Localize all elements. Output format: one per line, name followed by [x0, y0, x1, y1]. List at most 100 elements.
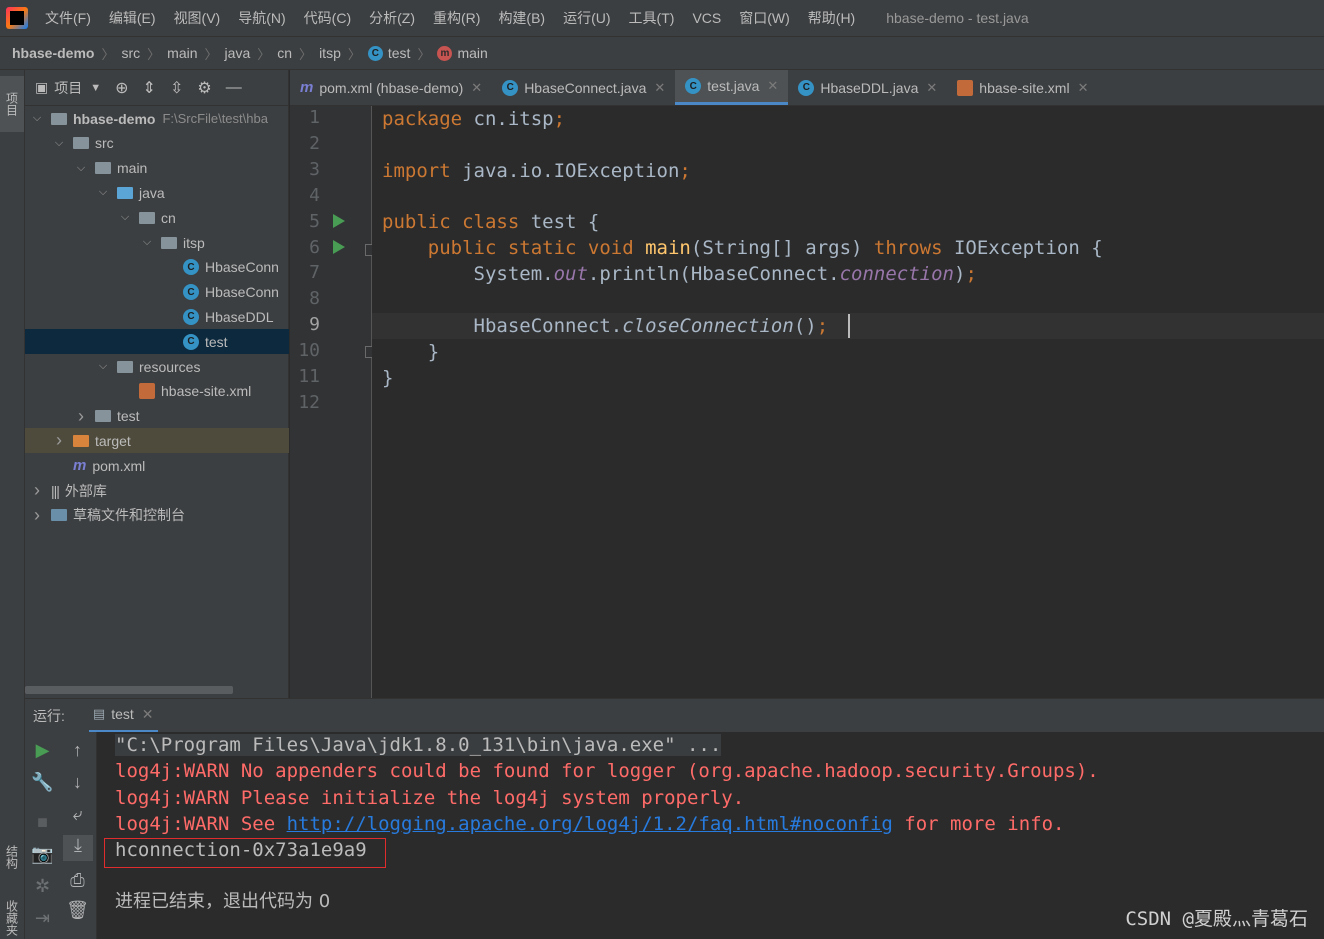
arrow-up-icon[interactable]: ↑ — [60, 740, 95, 761]
editor-tab[interactable]: C HbaseDDL.java ✕ — [788, 70, 947, 105]
project-toolbar: ▣ 项目 ▼ ⊕ ⇕ ⇳ ⚙ — — [25, 70, 288, 106]
breadcrumb-main[interactable]: main — [167, 45, 197, 61]
chevron-right-icon[interactable]: › — [75, 406, 87, 427]
breadcrumb-java[interactable]: java — [225, 45, 251, 61]
editor-tab[interactable]: m pom.xml (hbase-demo) ✕ — [290, 70, 492, 105]
menu-build[interactable]: 构建(B) — [489, 0, 554, 36]
tree-item[interactable]: hbase-site.xml — [25, 379, 289, 404]
chevron-down-icon[interactable]: ⌵ — [119, 211, 131, 224]
class-icon: C — [367, 45, 383, 61]
tree-item[interactable]: › target — [25, 428, 289, 454]
chevron-down-icon[interactable]: ⌵ — [31, 112, 43, 125]
horizontal-scrollbar[interactable] — [25, 686, 233, 694]
tree-item[interactable]: C HbaseConn — [25, 255, 289, 280]
debug-icon[interactable]: ✲ — [25, 876, 60, 897]
tree-item-label: hbase-site.xml — [161, 383, 252, 400]
tree-item[interactable]: › test — [25, 404, 289, 429]
intellij-logo-icon[interactable] — [6, 7, 28, 29]
menu-file[interactable]: 文件(F) — [36, 0, 100, 36]
close-icon[interactable]: ✕ — [142, 706, 154, 723]
chevron-down-icon[interactable]: ▼ — [90, 82, 101, 94]
stop-icon[interactable]: ■ — [25, 812, 60, 833]
code-text: () — [793, 315, 817, 337]
hide-icon[interactable]: — — [226, 79, 242, 97]
breadcrumb-cn[interactable]: cn — [277, 45, 292, 61]
close-icon[interactable]: ✕ — [767, 78, 778, 94]
run-class-icon[interactable] — [333, 214, 345, 228]
tree-item[interactable]: ⌵ itsp — [25, 230, 289, 255]
breadcrumb-method[interactable]: m main — [437, 45, 488, 61]
tree-item[interactable]: ⌵ java — [25, 180, 289, 205]
tree-item[interactable]: › ||| 外部库 — [25, 478, 289, 503]
code-line-1: package cn.itsp; — [382, 106, 565, 132]
close-icon[interactable]: ✕ — [471, 80, 482, 96]
menu-analyze[interactable]: 分析(Z) — [360, 0, 424, 36]
console-output[interactable]: "C:\Program Files\Java\jdk1.8.0_131\bin\… — [97, 732, 1324, 939]
project-view-selector[interactable]: 项目 — [54, 78, 82, 98]
tree-item[interactable]: Ctest — [25, 329, 289, 355]
tree-item[interactable]: › 草稿文件和控制台 — [25, 503, 289, 528]
tree-item[interactable]: ⌵ hbase-demo F:\SrcFile\test\hba — [25, 106, 289, 131]
stripe-tab-structure[interactable]: 结构 — [0, 832, 24, 882]
editor-tab[interactable]: Ctest.java ✕ — [675, 70, 789, 105]
menu-window[interactable]: 窗口(W) — [730, 0, 799, 36]
chevron-down-icon[interactable]: ⌵ — [75, 162, 87, 175]
stripe-tab-favorites[interactable]: 收藏夹 — [0, 896, 24, 939]
menu-edit[interactable]: 编辑(E) — [100, 0, 165, 36]
run-tab-test[interactable]: ▤ test ✕ — [88, 699, 158, 733]
menu-vcs[interactable]: VCS — [683, 0, 730, 36]
chevron-down-icon[interactable]: ⌵ — [141, 236, 153, 249]
menu-tools[interactable]: 工具(T) — [620, 0, 684, 36]
tree-item[interactable]: C HbaseConn — [25, 280, 289, 305]
chevron-down-icon[interactable]: ⌵ — [53, 137, 65, 150]
tree-item[interactable]: ⌵ cn — [25, 205, 289, 230]
scroll-to-end-icon[interactable]: ⤓ — [63, 835, 93, 861]
expand-all-icon[interactable]: ⇕ — [143, 78, 156, 98]
chevron-right-icon[interactable]: › — [31, 480, 43, 501]
menu-navigate[interactable]: 导航(N) — [229, 0, 294, 36]
breadcrumb-project[interactable]: hbase-demo — [12, 45, 94, 61]
breadcrumb-itsp[interactable]: itsp — [319, 45, 341, 61]
tree-item[interactable]: ⌵ main — [25, 156, 289, 181]
gear-icon[interactable]: ⚙ — [197, 78, 211, 98]
menu-help[interactable]: 帮助(H) — [799, 0, 864, 36]
tree-item-label: 草稿文件和控制台 — [73, 507, 185, 524]
breadcrumb-class[interactable]: Ctest — [367, 45, 410, 61]
stripe-tab-project[interactable]: 项目 — [0, 76, 24, 132]
tree-item-label: cn — [161, 209, 176, 226]
exit-icon[interactable]: ⇥ — [25, 908, 60, 929]
tree-item[interactable]: C HbaseDDL — [25, 304, 289, 329]
wrench-icon[interactable]: 🔧 — [25, 772, 60, 793]
close-icon[interactable]: ✕ — [926, 80, 937, 96]
class-icon: C — [183, 259, 199, 276]
camera-icon[interactable]: 📷 — [25, 844, 60, 865]
menu-view[interactable]: 视图(V) — [165, 0, 230, 36]
run-main-icon[interactable] — [333, 240, 345, 254]
trash-icon[interactable]: 🗑 — [60, 900, 95, 921]
tree-item[interactable]: m pom.xml — [25, 453, 289, 478]
chevron-right-icon[interactable]: › — [31, 505, 43, 526]
run-toolbar-right: ↑ ↓ ⤶ ⤓ ⎙ 🗑 — [60, 732, 97, 939]
print-icon[interactable]: ⎙ — [60, 870, 95, 891]
rerun-icon[interactable]: ▶ — [25, 740, 60, 761]
menu-code[interactable]: 代码(C) — [295, 0, 360, 36]
menu-run[interactable]: 运行(U) — [554, 0, 619, 36]
code-editor[interactable]: package cn.itsp; import java.io.IOExcept… — [372, 106, 1324, 698]
breadcrumb-src[interactable]: src — [121, 45, 140, 61]
menu-refactor[interactable]: 重构(R) — [424, 0, 489, 36]
chevron-down-icon[interactable]: ⌵ — [97, 360, 109, 373]
tree-item[interactable]: ⌵ resources — [25, 354, 289, 379]
soft-wrap-icon[interactable]: ⤶ — [60, 804, 95, 825]
tree-item-label: 外部库 — [64, 482, 107, 499]
console-link[interactable]: http://logging.apache.org/log4j/1.2/faq.… — [287, 813, 893, 835]
collapse-all-icon[interactable]: ⇳ — [170, 78, 183, 98]
editor-tab[interactable]: C HbaseConnect.java ✕ — [492, 70, 675, 105]
editor-tab[interactable]: hbase-site.xml ✕ — [947, 70, 1098, 105]
chevron-right-icon[interactable]: › — [53, 430, 65, 451]
chevron-down-icon[interactable]: ⌵ — [97, 186, 109, 199]
arrow-down-icon[interactable]: ↓ — [60, 772, 95, 793]
close-icon[interactable]: ✕ — [1078, 80, 1089, 96]
locate-icon[interactable]: ⊕ — [115, 78, 128, 98]
tree-item[interactable]: ⌵ src — [25, 131, 289, 156]
close-icon[interactable]: ✕ — [654, 80, 665, 96]
